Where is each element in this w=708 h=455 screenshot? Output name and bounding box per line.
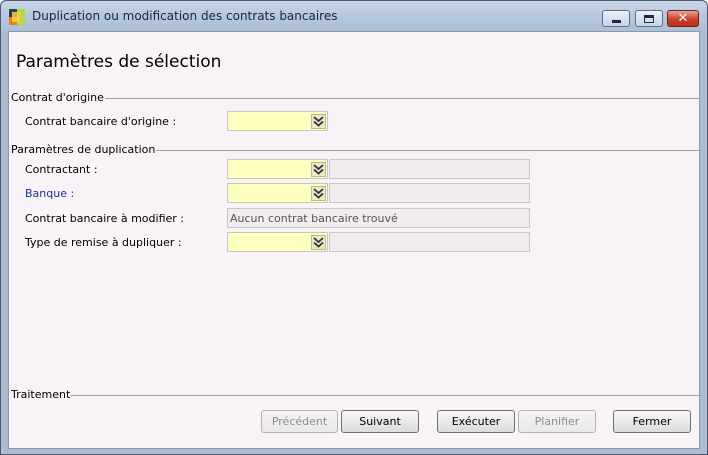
banque-description <box>329 183 530 203</box>
group-divider-origin <box>93 98 699 99</box>
page-title: Paramètres de sélection <box>16 52 222 72</box>
dialog-body: Paramètres de sélection Contrat d'origin… <box>8 31 700 449</box>
title-bar[interactable]: Duplication ou modification des contrats… <box>1 1 707 31</box>
remise-type-description <box>329 232 530 252</box>
double-chevron-down-icon <box>313 237 324 248</box>
double-chevron-down-icon <box>313 164 324 175</box>
schedule-button[interactable]: Planifier <box>518 410 596 433</box>
close-button[interactable]: Fermer <box>613 410 691 433</box>
double-chevron-down-icon <box>313 116 324 127</box>
field-label-banque[interactable]: Banque : <box>25 187 74 200</box>
dropdown-button[interactable] <box>311 114 326 129</box>
next-button[interactable]: Suivant <box>341 410 419 433</box>
group-divider-duplication <box>137 150 699 151</box>
group-label-origin: Contrat d'origine <box>11 91 105 104</box>
group-label-duplication: Paramètres de duplication <box>11 143 157 156</box>
contract-to-modify-field: Aucun contrat bancaire trouvé <box>227 208 530 228</box>
execute-button[interactable]: Exécuter <box>437 410 515 433</box>
group-label-treatment: Traitement <box>11 388 72 401</box>
minimize-button[interactable] <box>602 10 630 27</box>
double-chevron-down-icon <box>313 188 324 199</box>
dropdown-button[interactable] <box>311 162 326 177</box>
field-label-contractant: Contractant : <box>25 163 98 176</box>
dropdown-button[interactable] <box>311 186 326 201</box>
main-window: Duplication ou modification des contrats… <box>0 0 708 455</box>
field-label-origin-contract: Contrat bancaire d'origine : <box>25 115 177 128</box>
app-icon <box>9 9 25 25</box>
maximize-button[interactable] <box>635 10 663 27</box>
dropdown-button[interactable] <box>311 235 326 250</box>
minimize-icon <box>611 20 621 23</box>
window-title: Duplication ou modification des contrats… <box>32 9 338 23</box>
remise-type-combo[interactable] <box>227 232 328 252</box>
contractant-description <box>329 159 530 179</box>
previous-button[interactable]: Précédent <box>261 410 338 433</box>
contractant-combo[interactable] <box>227 159 328 179</box>
close-icon: ✕ <box>677 11 689 26</box>
banque-combo[interactable] <box>227 183 328 203</box>
field-label-contract-to-modify: Contrat bancaire à modifier : <box>25 212 184 225</box>
group-divider-treatment <box>65 395 699 396</box>
field-label-remise-type: Type de remise à dupliquer : <box>25 236 182 249</box>
maximize-icon <box>644 14 654 23</box>
origin-contract-combo[interactable] <box>227 111 328 131</box>
close-window-button[interactable]: ✕ <box>667 10 699 27</box>
